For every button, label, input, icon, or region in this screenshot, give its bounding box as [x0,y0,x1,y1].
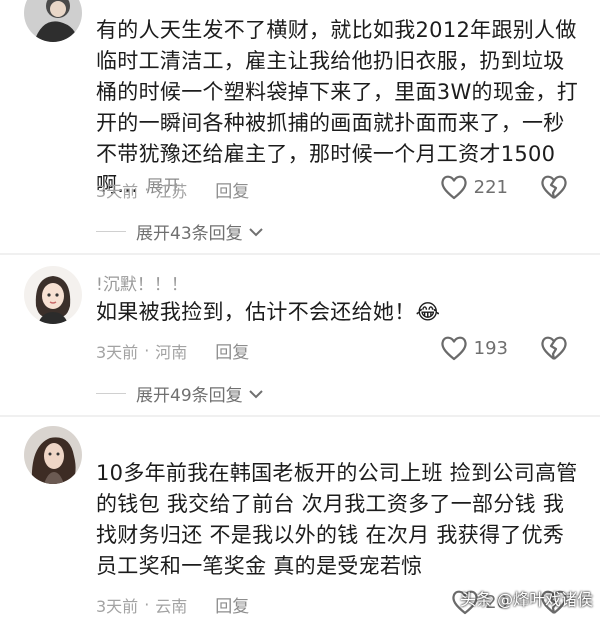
expand-replies-button[interactable]: 展开49条回复 [96,381,264,406]
comment-text: 有的人天生发不了横财，就比如我2012年跟别人做临时工清洁工，雇主让我给他扔旧衣… [96,15,581,203]
reply-button[interactable]: 回复 [215,338,249,363]
location: 河南 [155,342,188,362]
expand-replies-label: 展开43条回复 [136,224,243,244]
like-button[interactable]: 221 [440,174,508,200]
heart-outline-icon [441,175,467,200]
like-count: 193 [473,337,508,359]
avatar[interactable] [24,0,82,42]
comment-meta: 3天前 · 河南 回复 [96,338,249,363]
location: 云南 [155,596,188,616]
comment-meta: 3天前 · 江苏 回复 [96,177,249,202]
comment-text: 如果被我捡到，估计不会还给她！😂 [96,300,441,324]
comment-meta: 3天前 · 云南 回复 [96,592,249,617]
broken-heart-icon[interactable] [540,335,568,361]
like-button[interactable]: 193 [440,335,508,361]
timestamp: 3天前 [96,181,139,201]
avatar[interactable] [24,426,82,484]
timestamp: 3天前 [96,342,139,362]
broken-heart-icon[interactable] [540,174,568,200]
chevron-down-icon [248,389,263,398]
avatar[interactable] [24,266,82,324]
like-count: 221 [473,176,508,198]
expand-replies-label: 展开49条回复 [136,386,243,406]
avatar-image [24,266,82,324]
avatar-image [24,0,82,42]
section-divider [0,253,600,255]
divider-line [96,231,126,232]
meta-separator: · [144,595,150,614]
reply-button[interactable]: 回复 [215,592,249,617]
reply-button[interactable]: 回复 [215,177,249,202]
expand-replies-button[interactable]: 展开43条回复 [96,219,264,244]
watermark: 头条 @烽叶戏诸侯 [460,590,594,609]
chevron-down-icon [248,227,263,236]
comment-text: 10多年前我在韩国老板开的公司上班 捡到公司高管的钱包 我交给了前台 次月我工资… [96,461,578,578]
meta-separator: · [144,180,150,199]
timestamp: 3天前 [96,596,139,616]
username[interactable]: !沉默！！！ [96,270,188,295]
meta-separator: · [144,341,150,360]
comment-body: 有的人天生发不了横财，就比如我2012年跟别人做临时工清洁工，雇主让我给他扔旧衣… [96,18,579,197]
section-divider [0,415,600,417]
avatar-image [24,426,82,484]
location: 江苏 [155,181,188,201]
heart-outline-icon [441,336,467,361]
divider-line [96,393,126,394]
